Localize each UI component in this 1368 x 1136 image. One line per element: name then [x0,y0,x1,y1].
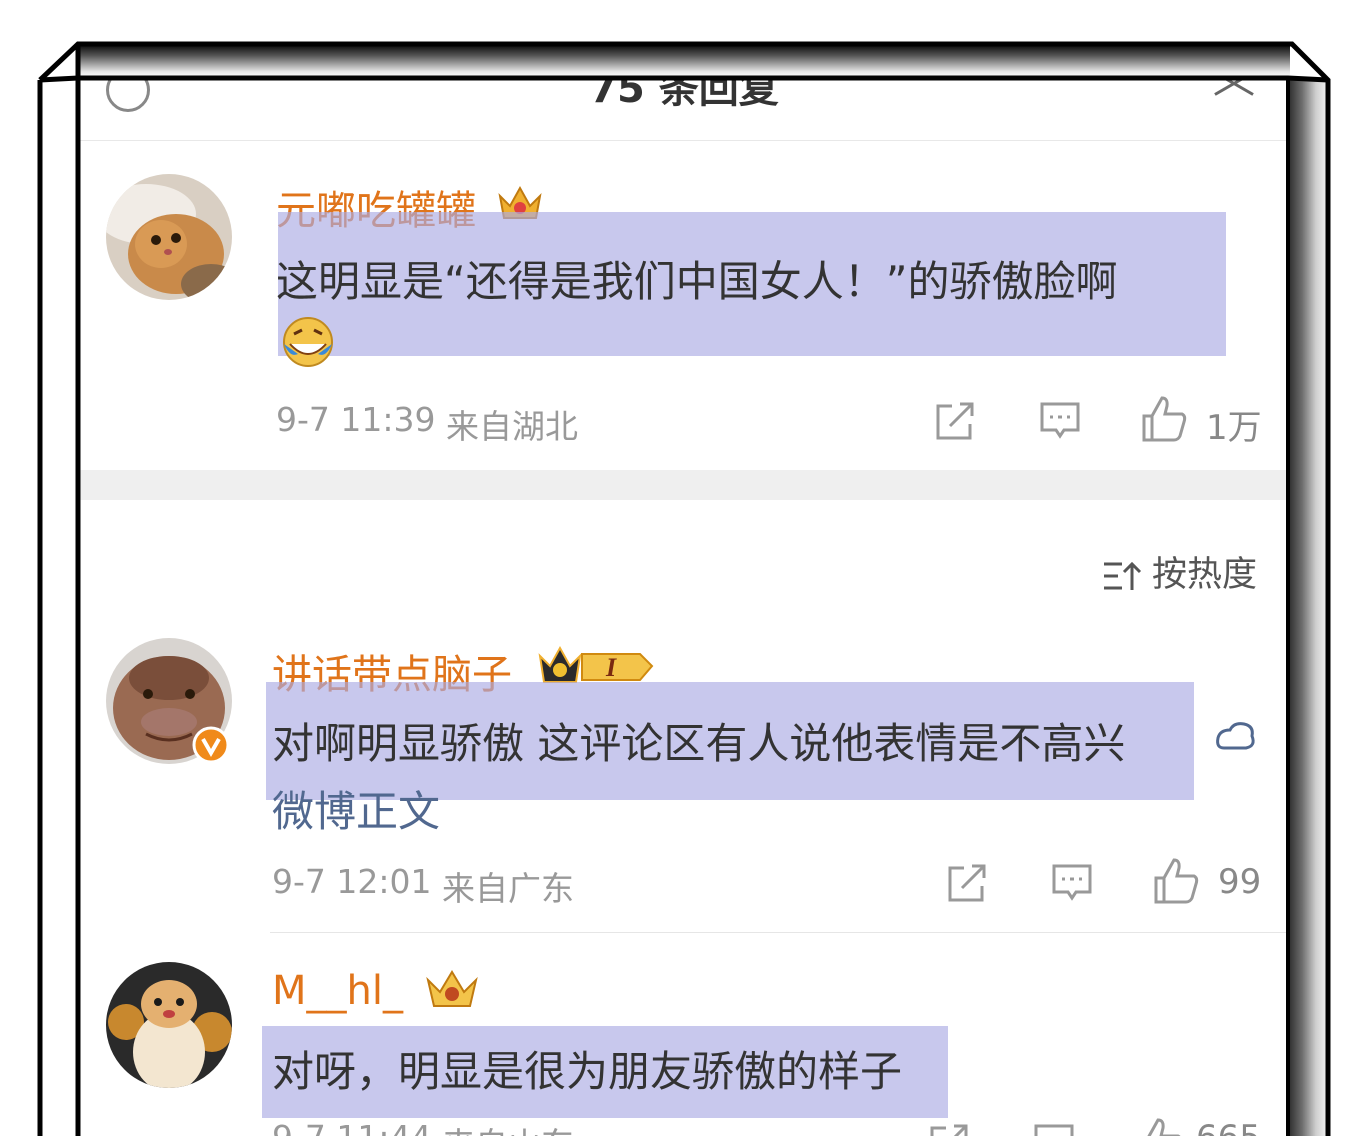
sketch-frame [37,41,1331,1136]
